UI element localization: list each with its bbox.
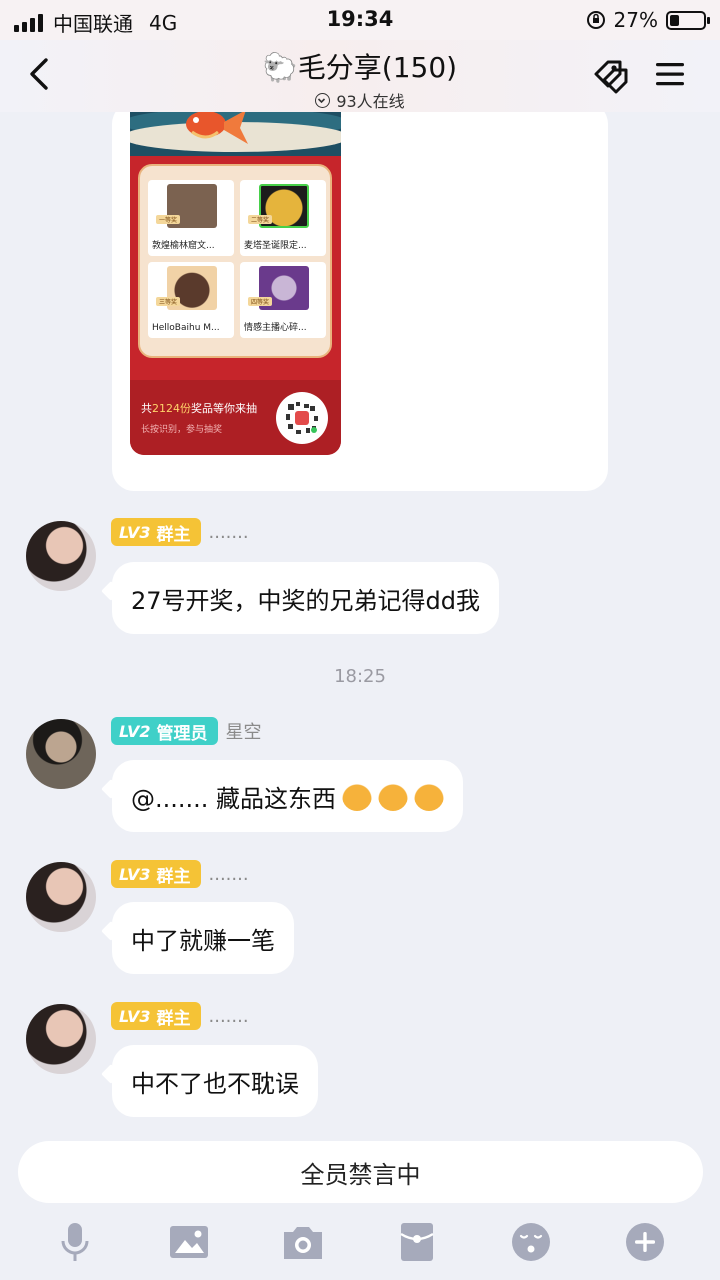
prize-tag: 三等奖 bbox=[156, 297, 181, 306]
sender-meta: LV3 群主 ....... bbox=[111, 518, 249, 546]
status-bar: 中国联通 4G 19:34 27% bbox=[0, 0, 720, 40]
battery-percent: 27% bbox=[613, 8, 658, 32]
prize-tag: 一等奖 bbox=[156, 215, 181, 224]
level-badge: LV3 群主 bbox=[111, 518, 201, 546]
prize-label: HelloBaihu M... bbox=[152, 323, 220, 333]
red-packet-icon[interactable] bbox=[395, 1220, 439, 1264]
menu-icon[interactable] bbox=[654, 58, 686, 90]
timestamp: 18:25 bbox=[334, 666, 386, 687]
level-badge: LV3 群主 bbox=[111, 1002, 201, 1030]
status-right: 27% bbox=[586, 8, 710, 32]
sender-nickname[interactable]: ....... bbox=[209, 522, 249, 543]
message-text: 27号开奖，中奖的兄弟记得dd我 bbox=[131, 586, 481, 615]
lottery-poster-image[interactable]: 一等奖 敦煌榆林窟文... 二等奖 麦塔圣诞限定... 三等奖 HelloBai… bbox=[130, 112, 341, 455]
sender-meta: LV3 群主 ....... bbox=[111, 860, 249, 888]
prize-tag: 四等奖 bbox=[248, 297, 273, 306]
badge-role: 管理员 bbox=[156, 723, 208, 744]
message-bubble[interactable]: @....... 藏品这东西 bbox=[112, 760, 464, 832]
image-message-bubble[interactable]: 一等奖 敦煌榆林窟文... 二等奖 麦塔圣诞限定... 三等奖 HelloBai… bbox=[112, 112, 608, 491]
koi-fish-icon bbox=[186, 112, 248, 144]
message-bubble[interactable]: 27号开奖，中奖的兄弟记得dd我 bbox=[112, 562, 500, 634]
prize-tag: 二等奖 bbox=[248, 215, 273, 224]
poster-footer: 共2124份奖品等你来抽 长按识别，参与抽奖 bbox=[130, 380, 341, 455]
sender-nickname[interactable]: 星空 bbox=[226, 718, 262, 744]
rotation-lock-icon bbox=[586, 11, 605, 29]
badge-level: LV3 bbox=[119, 522, 151, 542]
prize-item: 四等奖 情感主播心碎... bbox=[240, 262, 326, 338]
prize-count: 2124份 bbox=[152, 402, 191, 415]
input-toolbar bbox=[0, 1212, 720, 1272]
sender-nickname[interactable]: ....... bbox=[209, 1006, 249, 1027]
rofl-emoji-icon bbox=[414, 781, 445, 811]
avatar[interactable] bbox=[26, 719, 96, 789]
prize-item: 二等奖 麦塔圣诞限定... bbox=[240, 180, 326, 256]
battery-fill bbox=[670, 14, 679, 26]
group-app-icon[interactable] bbox=[590, 56, 632, 96]
chat-header: 🐑毛分享(150) 93人在线 bbox=[0, 40, 720, 112]
rofl-emoji-icon bbox=[342, 781, 373, 811]
avatar[interactable] bbox=[26, 521, 96, 591]
badge-role: 群主 bbox=[156, 524, 191, 545]
poster-footer-subtext: 长按识别，参与抽奖 bbox=[141, 425, 223, 435]
microphone-icon[interactable] bbox=[53, 1220, 97, 1264]
message-text: 中了就赚一笔 bbox=[131, 926, 275, 955]
chevron-down-circle-icon bbox=[315, 92, 331, 108]
rofl-emoji-icon bbox=[378, 781, 409, 811]
level-badge: LV3 群主 bbox=[111, 860, 201, 888]
sender-meta: LV3 群主 ....... bbox=[111, 1002, 249, 1030]
prize-box: 一等奖 敦煌榆林窟文... 二等奖 麦塔圣诞限定... 三等奖 HelloBai… bbox=[138, 164, 332, 358]
avatar[interactable] bbox=[26, 1004, 96, 1074]
image-icon[interactable] bbox=[167, 1220, 211, 1264]
mute-text: 全员禁言中 bbox=[300, 1160, 421, 1189]
badge-role: 群主 bbox=[156, 1008, 191, 1029]
badge-role: 群主 bbox=[156, 866, 191, 887]
prize-label: 麦塔圣诞限定... bbox=[244, 241, 307, 251]
message-bubble[interactable]: 中不了也不耽误 bbox=[112, 1045, 318, 1117]
sender-nickname[interactable]: ....... bbox=[209, 864, 249, 885]
badge-level: LV3 bbox=[119, 864, 151, 884]
chat-area[interactable]: 一等奖 敦煌榆林窟文... 二等奖 麦塔圣诞限定... 三等奖 HelloBai… bbox=[0, 112, 720, 1128]
prize-item: 一等奖 敦煌榆林窟文... bbox=[148, 180, 234, 256]
badge-level: LV3 bbox=[119, 1006, 151, 1026]
prize-item: 三等奖 HelloBaihu M... bbox=[148, 262, 234, 338]
message-text: @....... 藏品这东西 bbox=[131, 784, 337, 813]
poster-wave-banner bbox=[130, 112, 341, 156]
prize-grid: 一等奖 敦煌榆林窟文... 二等奖 麦塔圣诞限定... 三等奖 HelloBai… bbox=[148, 180, 326, 338]
sender-meta: LV2 管理员 星空 bbox=[111, 717, 262, 745]
avatar[interactable] bbox=[26, 862, 96, 932]
prize-label: 敦煌榆林窟文... bbox=[152, 241, 215, 251]
qr-code-icon[interactable] bbox=[276, 392, 328, 444]
poster-footer-text: 共2124份奖品等你来抽 bbox=[141, 402, 257, 415]
emoji-icon[interactable] bbox=[509, 1220, 553, 1264]
camera-icon[interactable] bbox=[281, 1220, 325, 1264]
muted-input-bar: 全员禁言中 bbox=[18, 1141, 703, 1203]
battery-icon bbox=[666, 10, 710, 30]
level-badge: LV2 管理员 bbox=[111, 717, 218, 745]
input-area: 全员禁言中 bbox=[0, 1128, 720, 1280]
online-count: 93人在线 bbox=[336, 92, 405, 111]
prize-label: 情感主播心碎... bbox=[244, 323, 307, 333]
badge-level: LV2 bbox=[119, 721, 151, 741]
plus-icon[interactable] bbox=[623, 1220, 667, 1264]
message-text: 中不了也不耽误 bbox=[131, 1069, 299, 1098]
message-bubble[interactable]: 中了就赚一笔 bbox=[112, 902, 294, 974]
